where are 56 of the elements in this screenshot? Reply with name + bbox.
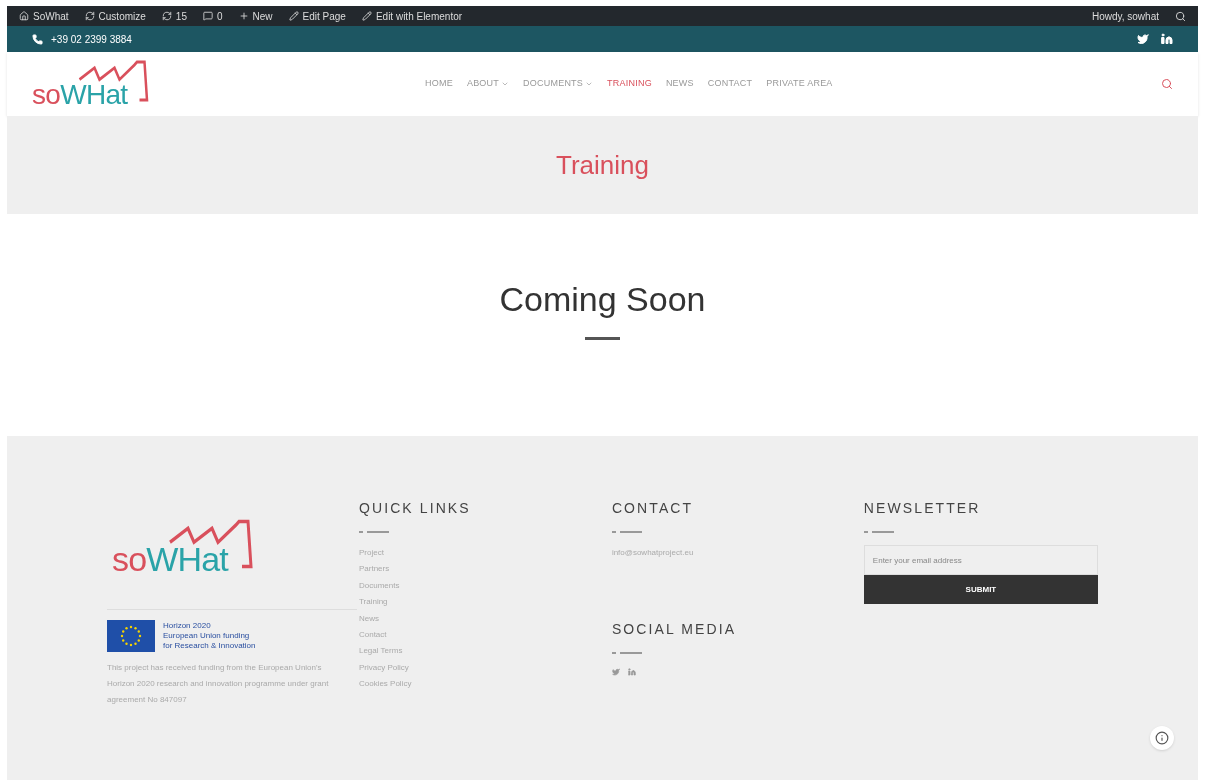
email-field[interactable]: Enter your email address [863,545,1098,575]
phone-number: +39 02 2399 3884 [51,32,132,47]
admin-bar-icon [238,11,249,21]
footer-link[interactable]: Cookies Policy [358,676,612,693]
admin-bar-item[interactable]: Customize [84,8,146,24]
admin-bar-item[interactable]: 0 [202,8,223,24]
logo-text: soWHat [32,81,128,109]
info-icon [1155,731,1169,745]
linkedin-icon[interactable] [1161,33,1173,45]
nav-link[interactable]: NEWS [665,77,694,91]
admin-bar-icon [361,11,372,21]
phone-icon [32,33,43,45]
footer-heading: NEWSLETTER [863,499,982,518]
footer-heading: CONTACT [611,499,695,518]
site-logo[interactable]: soWHat [112,518,262,576]
footer-link[interactable]: Partners [358,561,612,578]
footer-link[interactable]: Legal Terms [358,643,612,660]
caret-icon [585,80,594,88]
eu-flag-icon [107,620,155,652]
nav-link[interactable]: HOME [425,77,453,91]
admin-bar-icon [288,11,299,21]
content-heading: Coming Soon [499,279,706,320]
caret-icon [501,80,510,88]
user-greeting[interactable]: Howdy, sowhat [1091,8,1159,24]
submit-button[interactable]: SUBMIT [863,575,1098,604]
search-icon[interactable] [1175,10,1186,22]
nav-link[interactable]: CONTACT [707,77,753,91]
site-logo[interactable]: soWHat [32,59,157,109]
admin-bar-item[interactable]: Edit Page [288,8,346,24]
footer-link[interactable]: Training [358,594,612,611]
page-title: Training [556,148,649,182]
footer-link[interactable]: Project [358,545,612,562]
footer-link[interactable]: Contact [358,627,612,644]
eu-funding-text: European Union funding [163,631,251,641]
admin-bar-item[interactable]: 15 [161,8,187,24]
logo-text: soWHat [112,542,228,576]
admin-bar-icon [84,11,95,21]
admin-bar-item[interactable]: SoWhat [19,8,69,24]
admin-bar-icon [202,11,213,21]
footer-link[interactable]: Documents [358,577,612,595]
footer-link[interactable]: News [358,610,612,628]
eu-funding-text: Horizon 2020 [163,621,212,631]
eu-funding-text: for Research & Innovation [163,641,256,651]
admin-bar-item[interactable]: New [238,8,273,24]
info-button[interactable] [1150,726,1174,750]
contact-email[interactable]: info@sowhatproject.eu [611,547,864,559]
footer-heading: QUICK LINKS [358,499,472,518]
nav-link[interactable]: ABOUT [466,77,510,91]
admin-bar-item[interactable]: Edit with Elementor [361,8,463,24]
footer-link[interactable]: Privacy Policy [358,659,612,677]
nav-link[interactable]: PRIVATE AREA [766,77,833,91]
nav-link[interactable]: TRAINING [607,77,652,91]
admin-bar-icon [161,11,172,21]
footer-heading: SOCIAL MEDIA [611,620,738,639]
admin-bar-icon [19,11,29,21]
nav-link[interactable]: DOCUMENTS [523,77,594,91]
